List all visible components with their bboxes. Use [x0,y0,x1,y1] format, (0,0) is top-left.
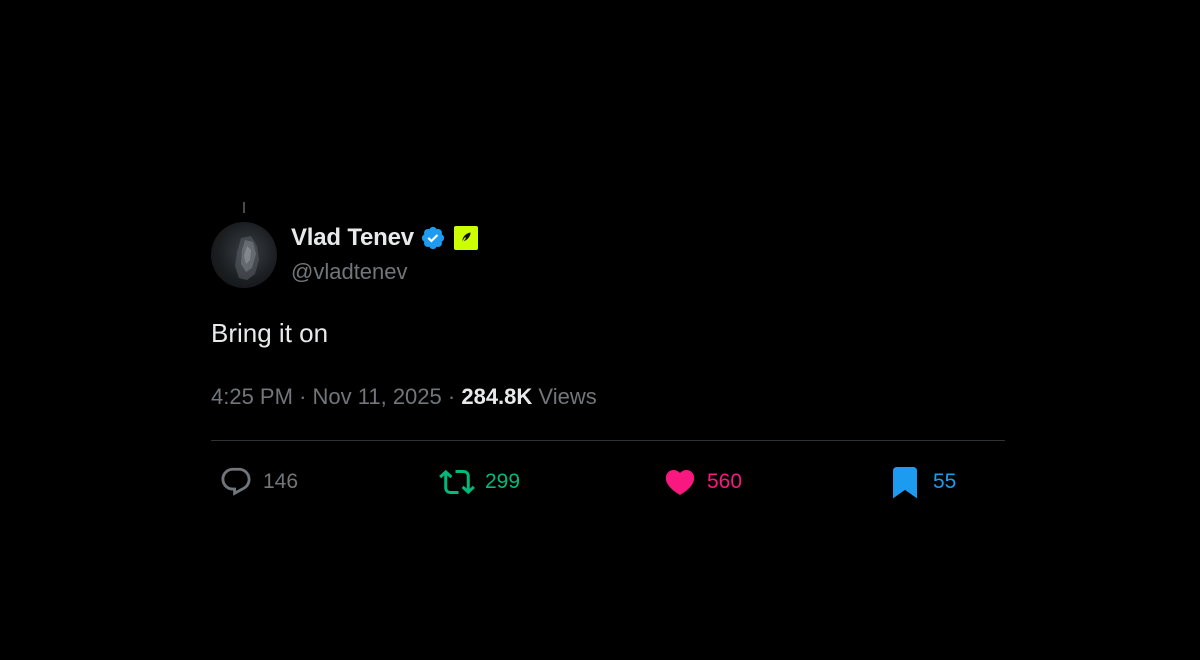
retweet-count: 299 [485,470,521,493]
meta-separator: · [299,384,307,409]
tweet-action-bar: 146 299 560 55 [211,462,1005,502]
heart-icon [663,465,697,499]
bookmark-button[interactable]: 55 [887,462,956,502]
views-label: Views [538,384,597,409]
tweet-text: Bring it on [211,318,329,348]
tweet-meta: 4:25 PM · Nov 11, 2025 · 284.8K Views [211,384,597,410]
like-button[interactable]: 560 [663,462,742,502]
retweet-icon [439,464,475,500]
retweet-button[interactable]: 299 [439,462,520,502]
avatar[interactable] [211,222,277,288]
reply-button[interactable]: 146 [219,462,298,502]
thread-connector-line [243,202,245,213]
bookmark-count: 55 [933,470,957,493]
author-name-row: Vlad Tenev [291,224,478,252]
reply-count: 146 [263,470,299,493]
bookmark-icon [887,464,923,500]
affiliate-feather-badge-icon[interactable] [453,226,478,250]
tweet-time[interactable]: 4:25 PM [211,384,293,409]
avatar-image [235,236,259,280]
divider [211,440,1005,441]
meta-separator: · [447,384,456,409]
author-display-name[interactable]: Vlad Tenev [291,224,414,252]
tweet-date[interactable]: Nov 11, 2025 [313,384,442,409]
verified-badge-icon [420,225,446,251]
reply-icon [219,465,253,499]
views-count[interactable]: 284.8K [461,384,532,409]
author-handle[interactable]: @vladtenev [291,259,408,285]
like-count: 560 [707,470,743,493]
